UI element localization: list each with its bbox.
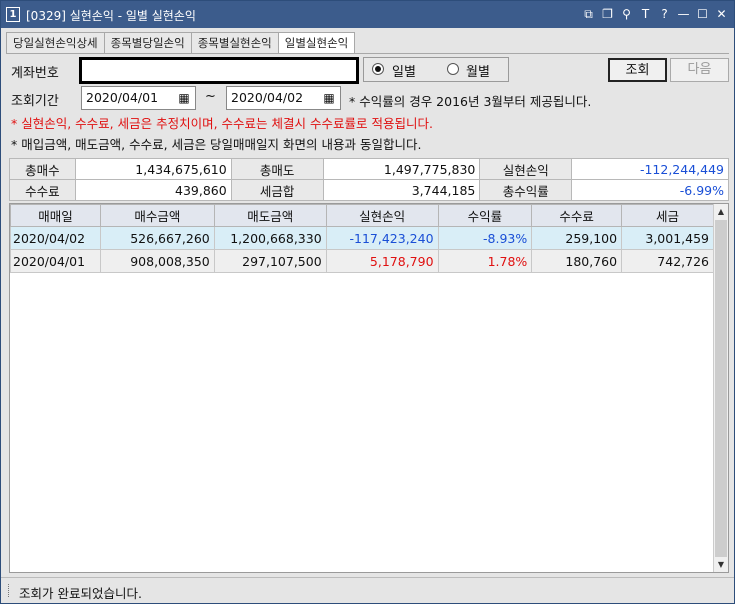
summary-row: 수수료 439,860 세금합 3,744,185 총수익률 -6.99% (9, 179, 729, 201)
cell-date: 2020/04/01 (10, 249, 101, 273)
monthly-radio[interactable] (447, 63, 459, 75)
tab-bar: 당일실현손익상세 종목별당일손익 종목별실현손익 일별실현손익 (6, 32, 356, 54)
close-icon[interactable]: ✕ (715, 5, 728, 23)
estimate-note: * 실현손익, 수수료, 세금은 추정치이며, 수수료는 체결시 수수료률로 적… (11, 116, 433, 131)
tab-daily-realized-pnl[interactable]: 일별실현손익 (277, 32, 356, 54)
account-number-field[interactable] (79, 57, 359, 84)
cell-realized-pnl: 5,178,790 (325, 249, 439, 273)
cell-sell-amount: 297,107,500 (213, 249, 327, 273)
table-row[interactable]: 2020/04/01 908,008,350 297,107,500 5,178… (10, 249, 714, 273)
total-return-label: 총수익률 (479, 179, 573, 201)
cell-buy-amount: 526,667,260 (99, 226, 215, 250)
title-icons: ⧉ ❐ ⚲ T ? — ☐ ✕ (582, 5, 728, 23)
monthly-radio-label[interactable]: 월별 (466, 61, 490, 80)
cell-sell-amount: 1,200,668,330 (213, 226, 327, 250)
account-label: 계좌번호 (11, 66, 59, 81)
scroll-down-icon[interactable]: ▼ (714, 557, 728, 572)
col-header-sell-amount[interactable]: 매도금액 (213, 204, 327, 227)
total-sell-label: 총매도 (230, 158, 324, 180)
period-type-radio-group: 일별 월별 (363, 57, 509, 82)
status-bar: 조회가 완료되었습니다. (1, 577, 734, 603)
cell-buy-amount: 908,008,350 (99, 249, 215, 273)
cell-tax: 742,726 (621, 249, 714, 273)
grid-header-row: 매매일 매수금액 매도금액 실현손익 수익률 수수료 세금 (10, 204, 714, 227)
cell-date: 2020/04/02 (10, 226, 101, 250)
fee-label: 수수료 (9, 179, 76, 201)
end-calendar-icon[interactable]: ▦ (319, 87, 339, 109)
total-sell-value: 1,497,775,830 (322, 158, 481, 180)
tax-label: 세금합 (230, 179, 324, 201)
col-header-buy-amount[interactable]: 매수금액 (99, 204, 215, 227)
period-label: 조회기간 (11, 94, 59, 109)
restore-window-icon[interactable]: ⧉ (582, 5, 595, 23)
fee-value: 439,860 (74, 179, 232, 201)
daily-pnl-grid[interactable]: 매매일 매수금액 매도금액 실현손익 수익률 수수료 세금 2020/04/02… (9, 203, 729, 573)
scroll-up-icon[interactable]: ▲ (714, 204, 728, 219)
total-buy-value: 1,434,675,610 (74, 158, 232, 180)
title-bar[interactable]: 1 [0329] 실현손익 - 일별 실현손익 ⧉ ❐ ⚲ T ? — ☐ ✕ (1, 1, 734, 28)
status-grip-icon (8, 584, 11, 597)
tab-stock-daily-pnl[interactable]: 종목별당일손익 (103, 32, 192, 53)
col-header-date[interactable]: 매매일 (10, 204, 101, 227)
radio-selected-dot (375, 66, 381, 72)
pin-icon[interactable]: ⚲ (620, 5, 633, 23)
tab-divider (6, 53, 729, 54)
tax-value: 3,744,185 (322, 179, 481, 201)
font-size-icon[interactable]: T (639, 5, 652, 23)
tab-daily-realized-detail[interactable]: 당일실현손익상세 (6, 32, 105, 53)
window-number-badge: 1 (6, 7, 20, 22)
cell-tax: 3,001,459 (621, 226, 714, 250)
daily-radio-label[interactable]: 일별 (392, 61, 416, 80)
col-header-fee[interactable]: 수수료 (531, 204, 623, 227)
duplicate-window-icon[interactable]: ❐ (601, 5, 614, 23)
table-row[interactable]: 2020/04/02 526,667,260 1,200,668,330 -11… (10, 226, 714, 250)
daily-pnl-table: 매매일 매수금액 매도금액 실현손익 수익률 수수료 세금 2020/04/02… (10, 204, 714, 273)
query-button[interactable]: 조회 (608, 58, 667, 82)
vertical-scrollbar[interactable]: ▲ ▼ (713, 204, 728, 572)
summary-table: 총매수 1,434,675,610 총매도 1,497,775,830 실현손익… (9, 158, 729, 201)
minimize-icon[interactable]: — (677, 5, 690, 23)
cell-return: 1.78% (437, 249, 533, 273)
cell-return: -8.93% (437, 226, 533, 250)
same-content-note: * 매입금액, 매도금액, 수수료, 세금은 당일매매일지 화면의 내용과 동일… (11, 137, 422, 152)
help-icon[interactable]: ? (658, 5, 671, 23)
daily-radio[interactable] (372, 63, 384, 75)
col-header-realized-pnl[interactable]: 실현손익 (325, 204, 439, 227)
status-message: 조회가 완료되었습니다. (19, 586, 142, 601)
total-return-value: -6.99% (571, 179, 729, 201)
tab-stock-realized-pnl[interactable]: 종목별실현손익 (190, 32, 279, 53)
return-note: * 수익률의 경우 2016년 3월부터 제공됩니다. (349, 94, 592, 109)
cell-realized-pnl: -117,423,240 (325, 226, 439, 250)
realized-pnl-label: 실현손익 (479, 158, 573, 180)
window-title: [0329] 실현손익 - 일별 실현손익 (26, 9, 196, 23)
cell-fee: 259,100 (531, 226, 623, 250)
summary-row: 총매수 1,434,675,610 총매도 1,497,775,830 실현손익… (9, 158, 729, 180)
scroll-thumb[interactable] (715, 220, 727, 557)
maximize-icon[interactable]: ☐ (696, 5, 709, 23)
realized-pnl-window: 1 [0329] 실현손익 - 일별 실현손익 ⧉ ❐ ⚲ T ? — ☐ ✕ … (0, 0, 735, 604)
next-button[interactable]: 다음 (670, 58, 729, 82)
cell-fee: 180,760 (531, 249, 623, 273)
date-range-separator: ~ (205, 89, 216, 104)
total-buy-label: 총매수 (9, 158, 76, 180)
col-header-tax[interactable]: 세금 (621, 204, 714, 227)
realized-pnl-value: -112,244,449 (571, 158, 729, 180)
start-calendar-icon[interactable]: ▦ (174, 87, 194, 109)
col-header-return[interactable]: 수익률 (437, 204, 533, 227)
